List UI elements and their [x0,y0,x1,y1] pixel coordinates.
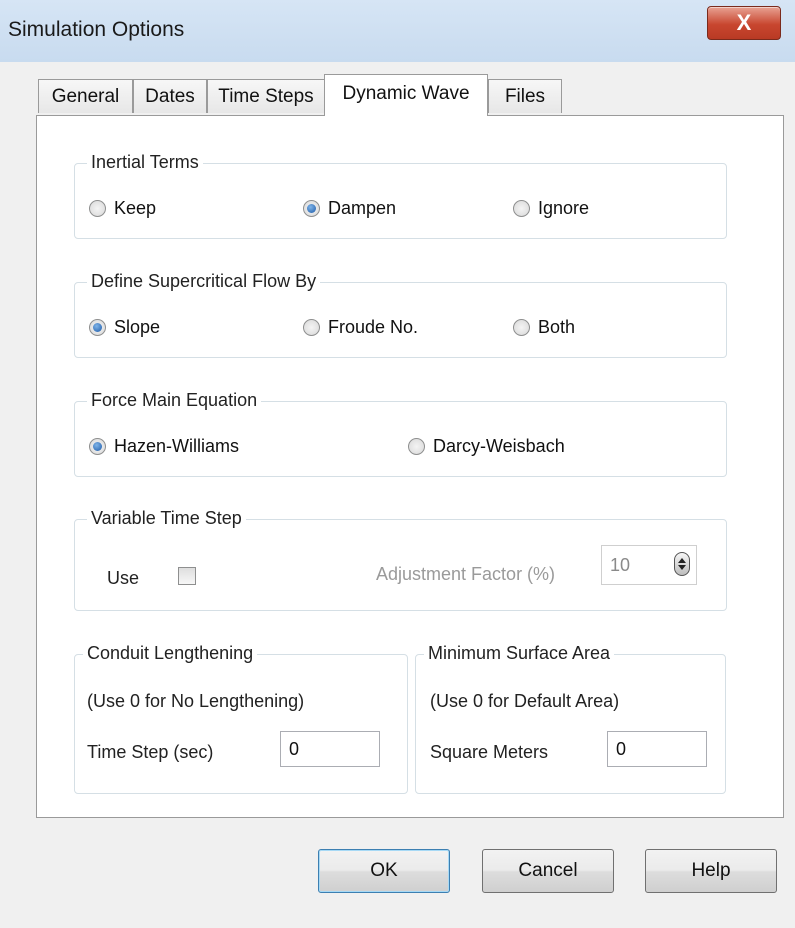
tab-dates[interactable]: Dates [133,79,207,113]
radio-keep-circle [89,200,106,217]
radio-ignore-circle [513,200,530,217]
radio-dampen[interactable]: Dampen [303,198,396,219]
radio-froude[interactable]: Froude No. [303,317,418,338]
use-label: Use [107,568,140,588]
ok-button[interactable]: OK [318,849,450,893]
radio-ignore[interactable]: Ignore [513,198,589,219]
inertial-terms-label: Inertial Terms [87,152,203,173]
radio-both[interactable]: Both [513,317,575,338]
inertial-terms-group: Inertial Terms Keep Dampen Ignore [74,152,727,239]
force-main-group: Force Main Equation Hazen-Williams Darcy… [74,390,727,477]
cancel-button[interactable]: Cancel [482,849,614,893]
radio-slope[interactable]: Slope [89,317,160,338]
window-title: Simulation Options [8,18,185,41]
radio-dampen-circle [303,200,320,217]
radio-slope-circle [89,319,106,336]
tab-files[interactable]: Files [488,79,562,113]
spin-down-icon[interactable] [678,565,686,570]
force-main-label: Force Main Equation [87,390,262,411]
radio-darcy-weisbach-circle [408,438,425,455]
conduit-lengthening-label: Conduit Lengthening [83,643,258,664]
simulation-options-dialog: Simulation Options X General Dates Time … [0,0,795,928]
radio-keep-label: Keep [114,198,157,218]
close-button[interactable]: X [707,6,781,40]
min-surface-area-label: Minimum Surface Area [424,643,615,664]
square-meters-input[interactable]: 0 [607,731,707,767]
time-step-input[interactable]: 0 [280,731,380,767]
supercritical-flow-group: Define Supercritical Flow By Slope Froud… [74,271,727,358]
radio-dampen-label: Dampen [328,198,397,218]
close-icon: X [736,10,752,35]
radio-froude-circle [303,319,320,336]
dialog-client-area: General Dates Time Steps Dynamic Wave Fi… [8,62,788,920]
conduit-lengthening-group: Conduit Lengthening (Use 0 for No Length… [74,643,408,794]
radio-hazen-williams-label: Hazen-Williams [114,436,240,456]
tab-dynamic-wave[interactable]: Dynamic Wave [324,74,488,116]
radio-keep[interactable]: Keep [89,198,156,219]
radio-both-circle [513,319,530,336]
radio-ignore-label: Ignore [538,198,590,218]
radio-darcy-weisbach-label: Darcy-Weisbach [433,436,565,456]
help-button[interactable]: Help [645,849,777,893]
adjustment-factor-spinner[interactable] [674,552,690,576]
radio-slope-label: Slope [114,317,161,337]
adjustment-factor-value: 10 [610,555,631,575]
min-surface-area-note: (Use 0 for Default Area) [430,691,620,711]
title-bar[interactable]: Simulation Options X [0,0,795,62]
spin-up-icon[interactable] [678,558,686,563]
use-checkbox[interactable] [178,567,196,585]
radio-froude-label: Froude No. [328,317,419,337]
radio-both-label: Both [538,317,576,337]
min-surface-area-group: Minimum Surface Area (Use 0 for Default … [415,643,726,794]
time-step-label: Time Step (sec) [87,742,214,762]
variable-time-step-label: Variable Time Step [87,508,246,529]
square-meters-label: Square Meters [430,742,549,762]
dynamic-wave-page: Inertial Terms Keep Dampen Ignore Define… [36,115,784,818]
adjustment-factor-label: Adjustment Factor (%) [376,564,556,584]
conduit-lengthening-note: (Use 0 for No Lengthening) [87,691,305,711]
supercritical-flow-label: Define Supercritical Flow By [87,271,321,292]
adjustment-factor-input[interactable]: 10 [601,545,697,585]
radio-hazen-williams[interactable]: Hazen-Williams [89,436,239,457]
radio-hazen-williams-circle [89,438,106,455]
variable-time-step-group: Variable Time Step Use Adjustment Factor… [74,508,727,611]
tab-general[interactable]: General [38,79,133,113]
tab-time-steps[interactable]: Time Steps [207,79,325,113]
radio-darcy-weisbach[interactable]: Darcy-Weisbach [408,436,565,457]
